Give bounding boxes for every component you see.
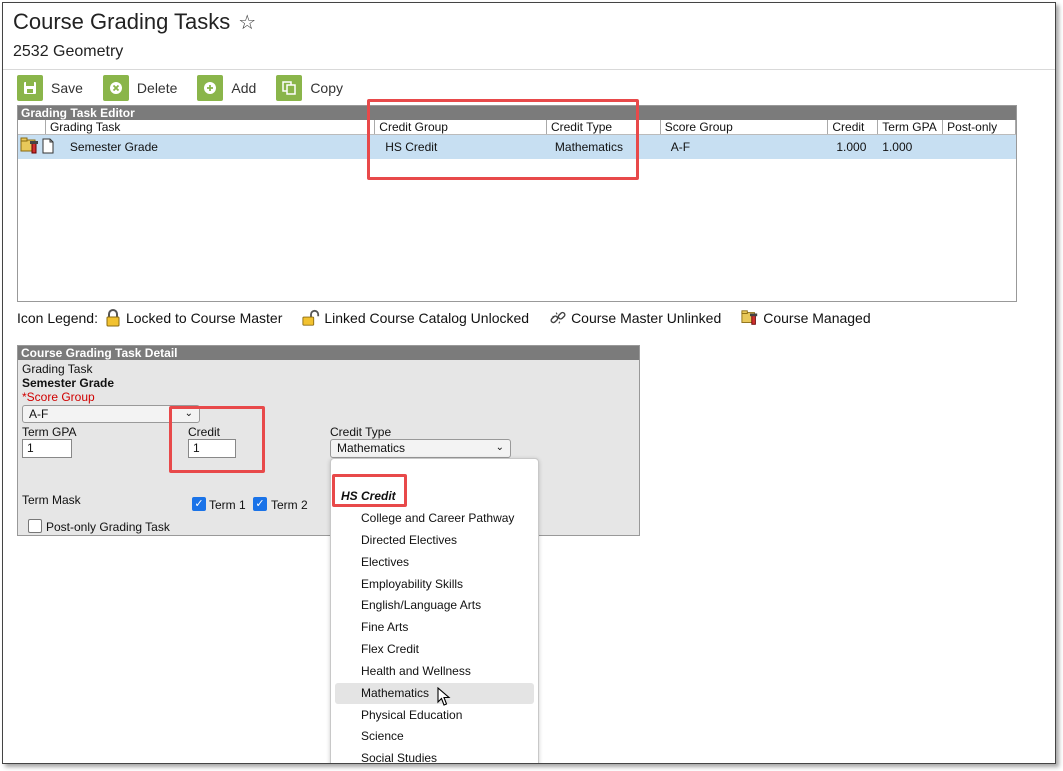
term1-label: Term 1 [209, 498, 246, 512]
course-managed-icon [741, 309, 759, 327]
legend-label: Icon Legend: [17, 310, 98, 326]
copy-label: Copy [310, 80, 343, 96]
legend-item-unlinked: Course Master Unlinked [549, 309, 721, 327]
column-header-score-group[interactable]: Score Group [661, 120, 829, 134]
dropdown-option[interactable]: Flex Credit [335, 639, 534, 660]
cell-grading-task: Semester Grade [69, 140, 158, 154]
post-only-checkbox[interactable] [28, 519, 42, 533]
delete-label: Delete [136, 80, 178, 96]
grading-task-label: Grading Task [22, 362, 93, 376]
term1-checkbox[interactable]: ✓ [192, 497, 206, 511]
column-header-post-only[interactable]: Post-only [943, 120, 1016, 134]
legend-item-locked: Locked to Course Master [104, 309, 282, 327]
cell-credit: 1.000 [836, 140, 867, 154]
score-group-label: *Score Group [22, 390, 95, 404]
broken-link-icon [549, 309, 567, 327]
page-title-text: Course Grading Tasks [13, 9, 231, 34]
legend-item-unlocked: Linked Course Catalog Unlocked [302, 309, 529, 327]
column-header-term-gpa[interactable]: Term GPA [878, 120, 944, 134]
course-grading-task-detail: Course Grading Task Detail Grading Task … [17, 345, 640, 536]
copy-button[interactable]: Copy [276, 75, 343, 101]
mouse-cursor-icon [437, 686, 451, 712]
legend-managed-label: Course Managed [763, 310, 871, 326]
legend-unlocked-label: Linked Course Catalog Unlocked [324, 310, 530, 326]
detail-title: Course Grading Task Detail [18, 346, 639, 360]
cell-term-gpa: 1.000 [882, 140, 913, 154]
icon-legend: Icon Legend: Locked to Course Master Lin… [17, 309, 871, 327]
dropdown-option[interactable]: Electives [335, 552, 534, 573]
highlight-credit-field [169, 406, 265, 473]
credit-type-select[interactable]: Mathematics ⌄ [330, 439, 511, 458]
copy-icon [276, 75, 303, 101]
term2-label: Term 2 [271, 498, 308, 512]
toolbar: Save Delete Add Copy [17, 75, 363, 101]
highlight-hs-credit-group [332, 474, 407, 507]
dropdown-option[interactable]: Fine Arts [335, 617, 534, 638]
score-group-value: A-F [29, 407, 49, 421]
lock-icon [104, 309, 122, 327]
app-window: Course Grading Tasks ☆ 2532 Geometry Sav… [2, 2, 1056, 764]
term2-checkbox[interactable]: ✓ [253, 497, 267, 511]
credit-type-value: Mathematics [337, 441, 406, 455]
dropdown-option[interactable]: Directed Electives [335, 530, 534, 551]
dropdown-option[interactable]: Employability Skills [335, 574, 534, 595]
dropdown-option[interactable]: Physical Education [335, 705, 534, 726]
credit-type-label: Credit Type [330, 425, 392, 439]
page-title: Course Grading Tasks ☆ [13, 9, 256, 35]
term-mask-label: Term Mask [22, 493, 81, 507]
dropdown-option[interactable]: College and Career Pathway [335, 508, 534, 529]
icon-column-header [18, 120, 46, 134]
row-icons [18, 137, 66, 158]
save-button[interactable]: Save [17, 75, 83, 101]
legend-item-managed: Course Managed [741, 309, 871, 327]
course-name: 2532 Geometry [13, 43, 124, 60]
star-icon[interactable]: ☆ [238, 10, 256, 35]
add-icon [197, 75, 224, 101]
dropdown-option[interactable]: Science [335, 726, 534, 747]
delete-button[interactable]: Delete [102, 75, 178, 101]
document-icon [42, 138, 54, 157]
unlock-icon [302, 309, 320, 327]
save-icon [17, 75, 43, 101]
divider [3, 69, 1055, 70]
chevron-down-icon: ⌄ [495, 442, 504, 453]
dropdown-option[interactable]: English/Language Arts [335, 595, 534, 616]
term-gpa-input[interactable]: 1 [22, 439, 72, 458]
save-label: Save [51, 80, 83, 96]
dropdown-option-selected[interactable]: Mathematics [335, 683, 534, 704]
cell-score-group: A-F [670, 140, 691, 154]
course-managed-icon [20, 137, 40, 158]
column-header-grading-task[interactable]: Grading Task [46, 120, 376, 134]
post-only-label: Post-only Grading Task [46, 520, 170, 534]
legend-locked-label: Locked to Course Master [125, 310, 283, 326]
column-header-credit[interactable]: Credit [828, 120, 879, 134]
legend-unlinked-label: Course Master Unlinked [571, 310, 722, 326]
highlight-credit-columns [367, 99, 639, 180]
dropdown-option[interactable]: Health and Wellness [335, 661, 534, 682]
term-gpa-label: Term GPA [22, 425, 77, 439]
grading-task-value: Semester Grade [22, 376, 115, 390]
dropdown-option[interactable]: Social Studies [335, 748, 534, 763]
add-label: Add [231, 80, 257, 96]
delete-icon [102, 75, 129, 101]
add-button[interactable]: Add [197, 75, 256, 101]
